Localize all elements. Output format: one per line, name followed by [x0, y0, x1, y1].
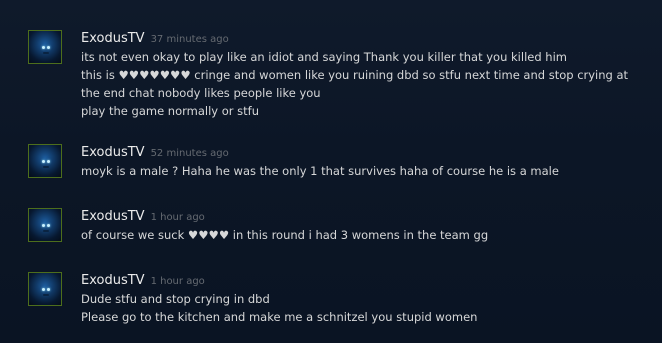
- comment-header: ExodusTV 1 hour ago: [81, 270, 641, 288]
- avatar-eye: [42, 160, 45, 163]
- comment-body: ExodusTV 52 minutes ago moyk is a male ? …: [81, 142, 641, 180]
- avatar-mouth: [43, 230, 49, 232]
- comment-text: Dude stfu and stop crying in dbd Please …: [81, 292, 478, 324]
- avatar-eye: [42, 224, 45, 227]
- comment-header: ExodusTV 1 hour ago: [81, 206, 641, 224]
- avatar-mouth: [43, 166, 49, 168]
- comment-thread: ExodusTV 37 minutes ago its not even okay…: [0, 0, 662, 343]
- comment-text: moyk is a male ? Haha he was the only 1 …: [81, 164, 559, 178]
- avatar-eye: [42, 288, 45, 291]
- avatar-eye: [42, 46, 45, 49]
- avatar-eye: [47, 46, 50, 49]
- comment-body: ExodusTV 1 hour ago Dude stfu and stop cr…: [81, 270, 641, 326]
- comment-author-link[interactable]: ExodusTV: [81, 145, 145, 160]
- comment-timestamp: 1 hour ago: [150, 212, 205, 223]
- user-avatar[interactable]: [28, 272, 62, 306]
- comment-text: its not even okay to play like an idiot …: [81, 50, 629, 118]
- avatar-eye: [47, 224, 50, 227]
- comment-text: of course we suck ♥♥♥♥ in this round i h…: [81, 228, 489, 242]
- user-avatar[interactable]: [28, 144, 62, 178]
- user-avatar[interactable]: [28, 208, 62, 242]
- avatar-mouth: [43, 52, 49, 54]
- comment-timestamp: 1 hour ago: [150, 276, 205, 287]
- comment-timestamp: 52 minutes ago: [150, 148, 229, 159]
- avatar-mouth: [43, 294, 49, 296]
- comment-header: ExodusTV 52 minutes ago: [81, 142, 641, 160]
- comment-header: ExodusTV 37 minutes ago: [81, 28, 641, 46]
- comment-author-link[interactable]: ExodusTV: [81, 31, 145, 46]
- comment-author-link[interactable]: ExodusTV: [81, 273, 145, 288]
- comment-timestamp: 37 minutes ago: [150, 34, 229, 45]
- comment-author-link[interactable]: ExodusTV: [81, 209, 145, 224]
- user-avatar[interactable]: [28, 30, 62, 64]
- avatar-eye: [47, 160, 50, 163]
- comment-body: ExodusTV 1 hour ago of course we suck ♥♥♥…: [81, 206, 641, 244]
- comment-body: ExodusTV 37 minutes ago its not even okay…: [81, 28, 641, 120]
- avatar-eye: [47, 288, 50, 291]
